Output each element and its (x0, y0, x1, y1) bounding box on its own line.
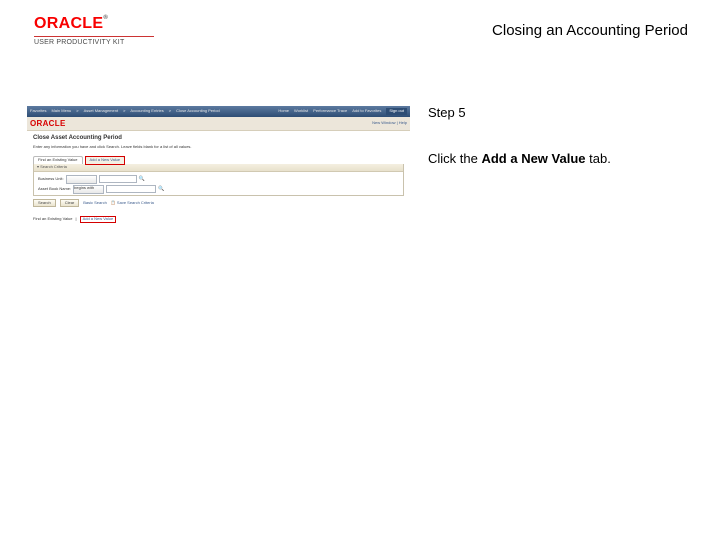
nav-main-menu[interactable]: Main Menu (51, 109, 71, 114)
nav-accounting-entries[interactable]: Accounting Entries (130, 109, 163, 114)
step-label: Step 5 (428, 104, 684, 122)
tab-add-new-value[interactable]: Add a New Value (85, 156, 126, 164)
tab-strip: Find an Existing Value Add a New Value (33, 156, 404, 164)
app-navbar: Favorites Main Menu > Asset Management >… (27, 106, 410, 117)
basic-search-link[interactable]: Basic Search (83, 201, 107, 206)
nav-worklist[interactable]: Worklist (294, 109, 308, 114)
page-title: Closing an Accounting Period (492, 22, 688, 39)
search-criteria-header[interactable]: Search Criteria (34, 164, 403, 172)
embedded-screenshot: Favorites Main Menu > Asset Management >… (27, 106, 410, 276)
lookup-icon[interactable]: 🔍 (139, 177, 144, 182)
instruction-text: Click the Add a New Value tab. (428, 150, 684, 168)
brand-subline: USER PRODUCTIVITY KIT (34, 39, 154, 46)
book-label: Asset Book Name: (38, 187, 71, 192)
brand-logo-text: ORACLE (34, 15, 103, 32)
footer-find-label: Find an Existing Value (33, 217, 73, 222)
nav-home[interactable]: Home (278, 109, 289, 114)
instruction-post: tab. (586, 151, 611, 166)
nav-add-favorites[interactable]: Add to Favorites (352, 109, 381, 114)
bu-label: Business Unit: (38, 177, 64, 182)
field-asset-book: Asset Book Name: begins with 🔍 (38, 185, 399, 194)
screenshot-footer: Find an Existing Value | Add a New Value (27, 213, 410, 226)
instruction-panel: Step 5 Click the Add a New Value tab. (428, 104, 684, 167)
book-input[interactable] (106, 185, 156, 193)
nav-perf-trace[interactable]: Performance Trace (313, 109, 347, 114)
nav-asset-management[interactable]: Asset Management (84, 109, 118, 114)
bu-input[interactable] (99, 175, 137, 183)
field-business-unit: Business Unit: 🔍 (38, 175, 399, 184)
instruction-bold: Add a New Value (481, 151, 585, 166)
instruction-pre: Click the (428, 151, 481, 166)
save-search-link[interactable]: 📋 Save Search Criteria (111, 201, 154, 206)
brand-rule (34, 36, 154, 37)
button-row: Search Clear Basic Search 📋 Save Search … (33, 196, 404, 214)
save-search-text: Save Search Criteria (117, 200, 154, 205)
brand-logo: ORACLE® (34, 15, 154, 33)
slide-root: ORACLE® USER PRODUCTIVITY KIT Closing an… (0, 0, 720, 540)
screenshot-body: Close Asset Accounting Period Enter any … (27, 131, 410, 213)
screenshot-page-title: Close Asset Accounting Period (33, 135, 404, 142)
tab-find-existing[interactable]: Find an Existing Value (33, 156, 83, 164)
search-criteria-section: Search Criteria Business Unit: 🔍 Asset B… (33, 164, 404, 196)
brand-block: ORACLE® USER PRODUCTIVITY KIT (34, 15, 154, 46)
nav-sign-out[interactable]: Sign out (386, 108, 407, 115)
nav-close-accounting-period[interactable]: Close Accounting Period (176, 109, 220, 114)
lookup-icon[interactable]: 🔍 (158, 187, 163, 192)
bu-operator[interactable] (66, 175, 97, 184)
oracle-bar-links[interactable]: New Window | Help (372, 121, 407, 126)
footer-add-link[interactable]: Add a New Value (80, 216, 117, 223)
screenshot-blurb: Enter any information you have and click… (33, 145, 404, 150)
oracle-bar: ORACLE New Window | Help (27, 117, 410, 131)
oracle-bar-logo: ORACLE (30, 119, 66, 129)
nav-favorites[interactable]: Favorites (30, 109, 46, 114)
search-button[interactable]: Search (33, 199, 56, 208)
clear-button[interactable]: Clear (60, 199, 80, 208)
book-operator[interactable]: begins with (73, 185, 104, 194)
